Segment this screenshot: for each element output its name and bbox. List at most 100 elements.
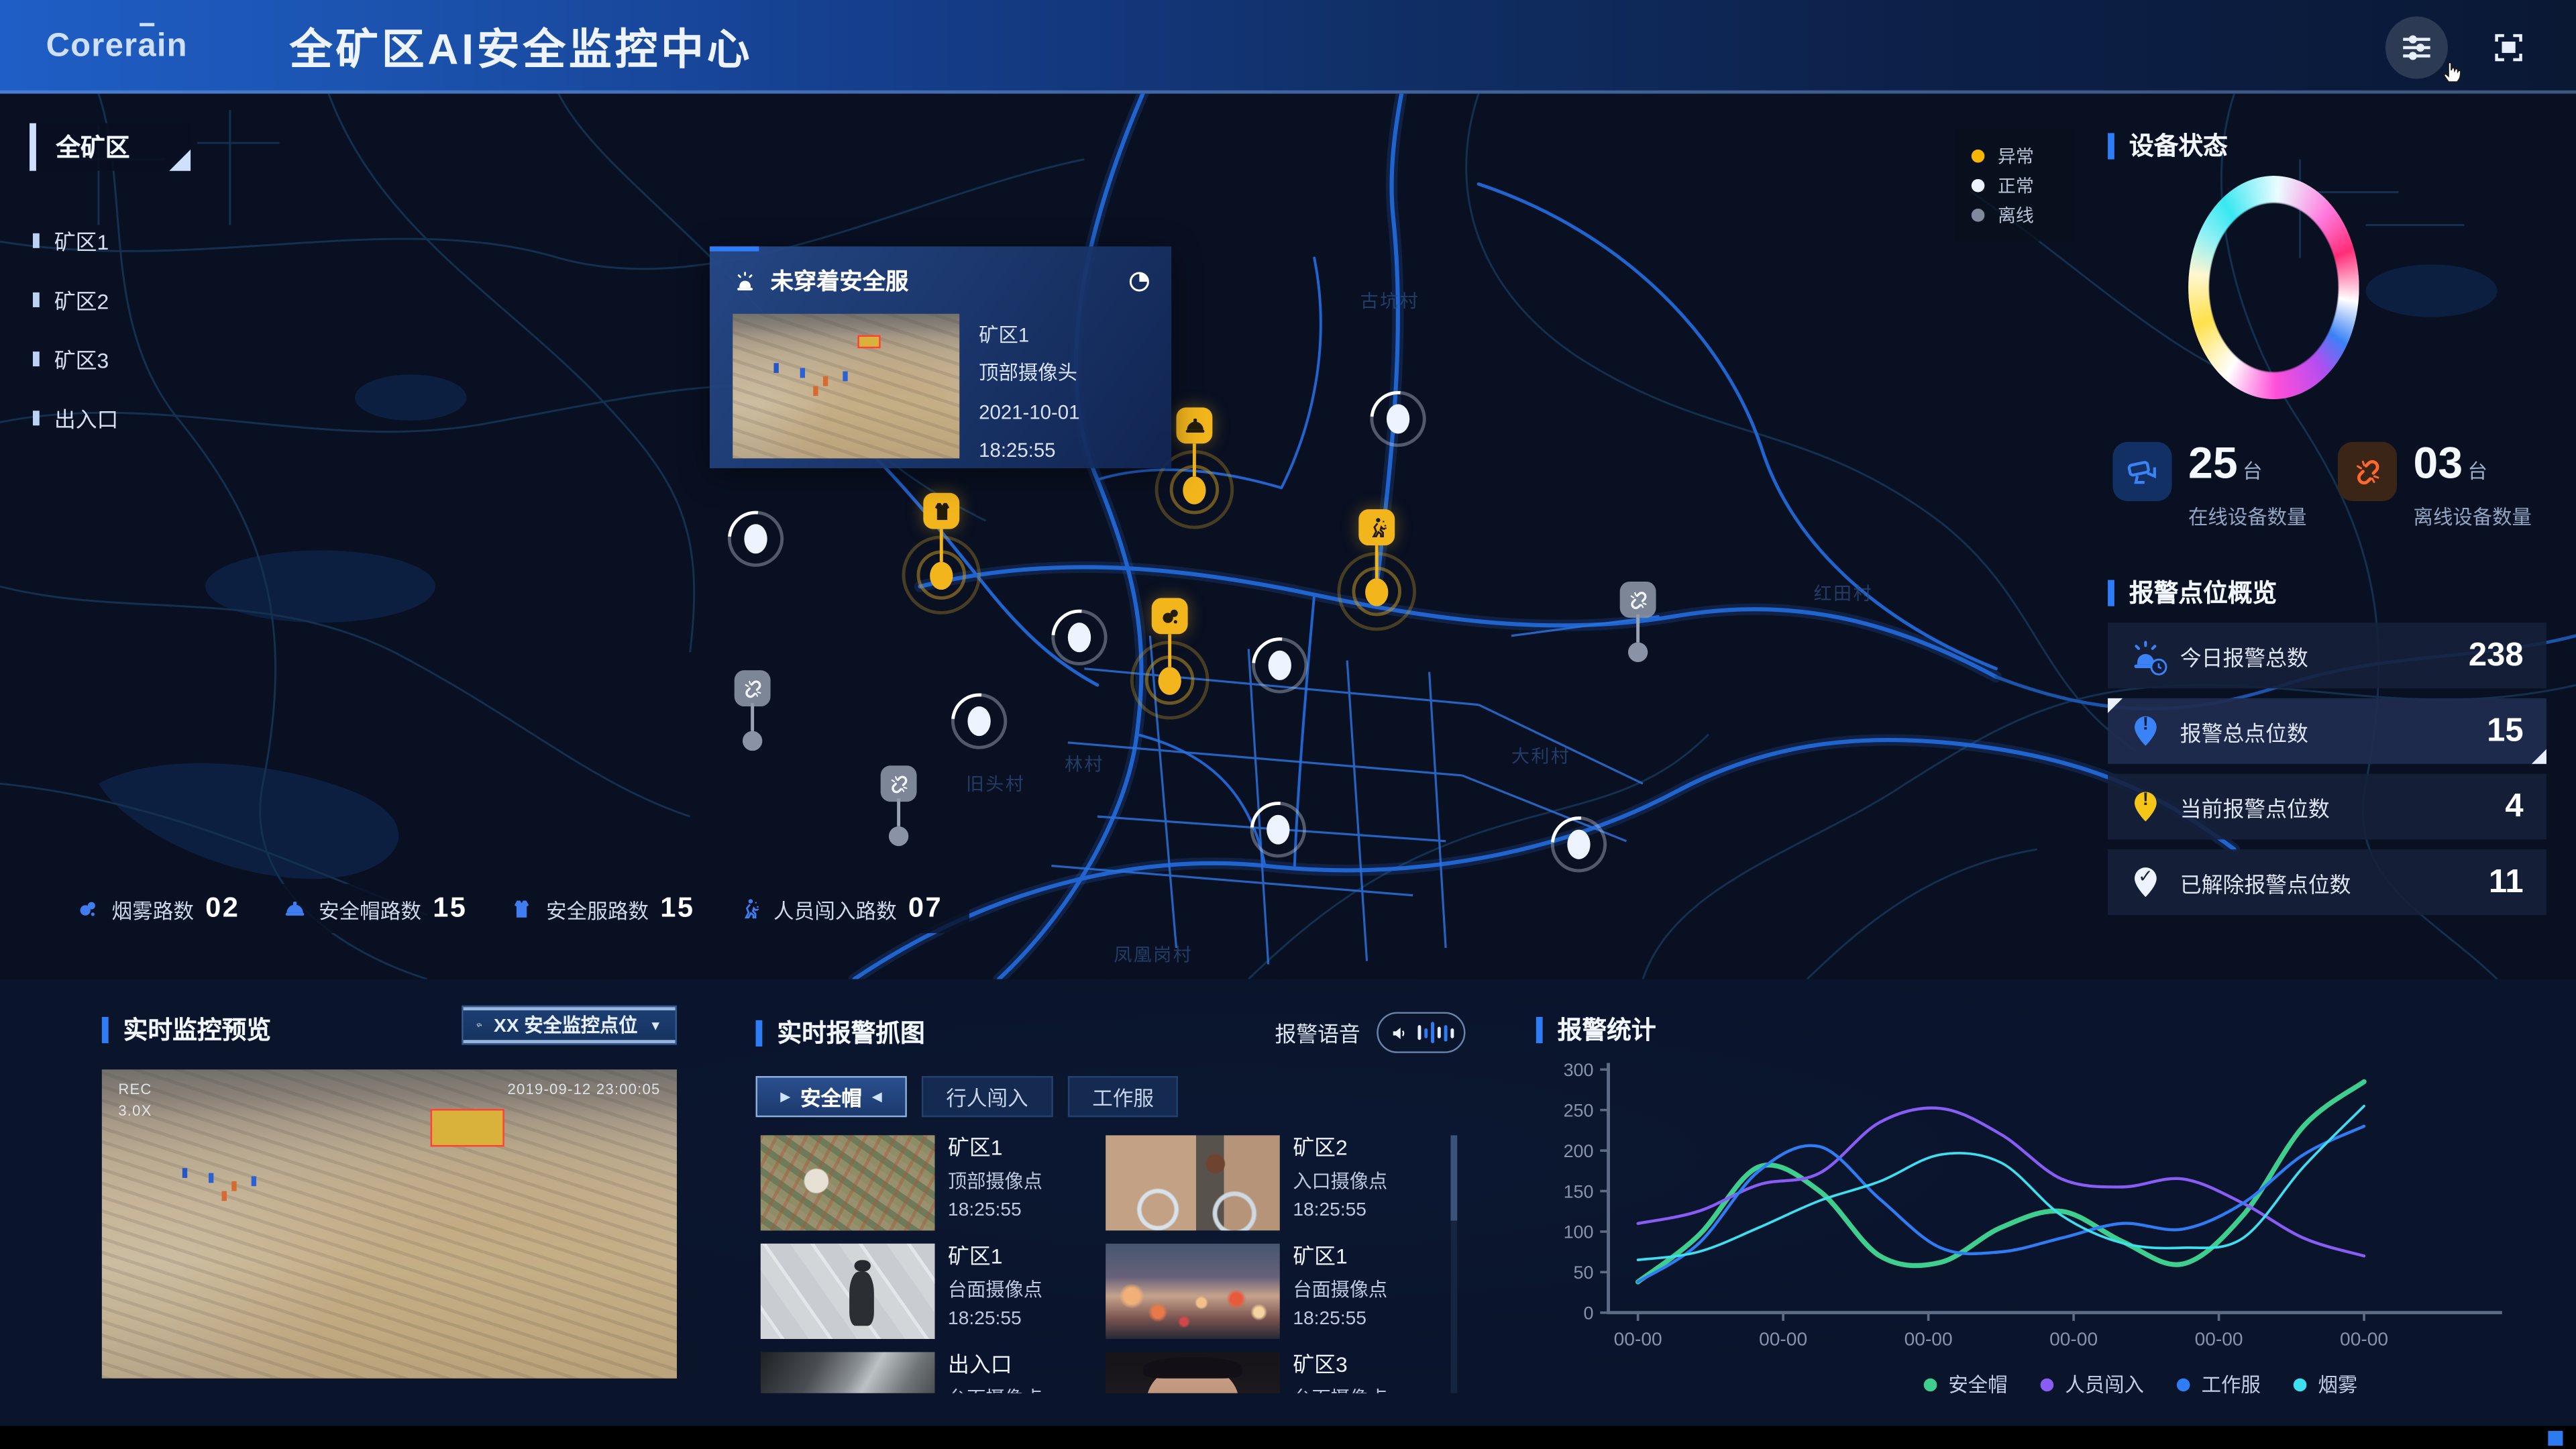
cctv-camera-icon	[476, 1014, 482, 1036]
dashboard: 旧头村 林村 古坑村 红田村 大利村 凤凰岗村 全矿区 矿区1 矿区2 矿区3 …	[0, 0, 2576, 1449]
pin-check-icon: ✓	[2127, 864, 2163, 900]
map-marker-normal[interactable]	[1068, 623, 1091, 652]
map-channel-stats-bar: 烟雾路数 02 安全帽路数 15 安全服路数 15 人员闯入路数 07	[49, 884, 969, 933]
stat-value: 07	[908, 892, 943, 925]
legend-label: 安全帽	[1948, 1370, 2007, 1398]
alarm-trend-chart: 05010015020025030000-0000-0000-0000-0000…	[1536, 1053, 2522, 1365]
tab-pedestrian-intrusion[interactable]: 行人闯入	[921, 1076, 1053, 1117]
marker-stick	[751, 703, 754, 731]
sidebar-item-mine3[interactable]: 矿区3	[33, 343, 109, 375]
svg-text:00-00: 00-00	[1904, 1329, 1953, 1350]
speaker-icon	[1389, 1022, 1409, 1042]
rec-label: REC	[118, 1081, 152, 1097]
page-title: 全矿区AI安全监控中心	[290, 16, 753, 77]
alarm-popup-title: 未穿着安全服	[771, 264, 1114, 297]
alarm-voice-label: 报警语音	[1275, 1017, 1360, 1049]
offline-count-value: 03	[2414, 439, 2463, 488]
map-marker-normal[interactable]	[1269, 651, 1291, 680]
marker-dot	[889, 826, 908, 846]
area-selected-label: 全矿区	[56, 129, 129, 164]
tab-helmet[interactable]: ▶安全帽◀	[756, 1076, 907, 1117]
alarm-popup-card[interactable]: 未穿着安全服 矿区1 顶部摄像头 2021-10-01 18:25:55	[710, 246, 1171, 468]
legend-dot-icon	[2177, 1377, 2190, 1391]
capture-item[interactable]: 矿区3台面摄像点	[1106, 1352, 1450, 1393]
stat-value: 02	[205, 892, 239, 925]
map-marker-normal[interactable]	[967, 706, 990, 736]
workers-dots	[182, 1169, 187, 1179]
map-marker-normal[interactable]	[744, 524, 767, 553]
link-broken-icon	[1620, 582, 1656, 618]
capture-item[interactable]: 矿区1顶部摄像点18:25:55	[761, 1135, 1106, 1230]
legend-dot-icon	[1924, 1377, 1937, 1391]
legend-label: 离线	[1998, 202, 2034, 228]
capture-item[interactable]: 出入口台面摄像点	[761, 1352, 1106, 1393]
capture-item[interactable]: 矿区2入口摄像点18:25:55	[1106, 1135, 1450, 1230]
sidebar-item-mine1[interactable]: 矿区1	[33, 225, 109, 257]
online-count-value: 25	[2188, 439, 2238, 488]
stat-helmet-channels: 安全帽路数 15	[282, 892, 467, 925]
svg-text:200: 200	[1564, 1141, 1594, 1161]
scrollbar-thumb[interactable]	[1450, 1135, 1457, 1220]
corerain-logo: Corerain	[46, 28, 188, 66]
link-broken-icon	[735, 670, 771, 706]
row-value: 4	[2505, 788, 2523, 825]
mouse-cursor-hand	[2438, 56, 2466, 87]
row-resolved-alarm-points[interactable]: ✓ 已解除报警点位数 11	[2108, 849, 2546, 915]
svg-text:0: 0	[1584, 1303, 1594, 1324]
map-marker-normal[interactable]	[1387, 404, 1409, 433]
map-marker-normal[interactable]	[1567, 830, 1590, 859]
alarm-voice-toggle[interactable]	[1377, 1012, 1465, 1053]
row-total-alarm-points[interactable]: ! 报警总点位数 15	[2108, 698, 2546, 764]
bottom-section: 实时监控预览 XX 安全监控点位 ▼ REC 3.0X 2019-09-12 2…	[0, 979, 2576, 1426]
legend-dot-icon	[2041, 1377, 2054, 1391]
marker-stick	[1168, 634, 1171, 667]
capture-thumbnail	[761, 1244, 935, 1339]
marker-dot	[1628, 643, 1648, 662]
sidebar-item-entrance[interactable]: 出入口	[33, 402, 118, 434]
map-marker-normal[interactable]	[1267, 815, 1289, 845]
legend-label: 工作服	[2202, 1370, 2261, 1398]
map-place-label: 古坑村	[1360, 288, 1419, 314]
zoom-label: 3.0X	[118, 1102, 152, 1118]
alarm-snapshot-image[interactable]	[733, 314, 959, 459]
monitor-preview-panel: 实时监控预览 XX 安全监控点位 ▼ REC 3.0X 2019-09-12 2…	[102, 1012, 677, 1379]
device-status-ring-chart	[2188, 176, 2359, 399]
legend-label: 烟雾	[2318, 1370, 2358, 1398]
area-dropdown-selected[interactable]: 全矿区	[30, 123, 191, 171]
online-device-count: 25台 在线设备数量	[2112, 442, 2338, 531]
tab-arrow-icon: ◀	[872, 1089, 882, 1104]
alarm-popup-details: 矿区1 顶部摄像头 2021-10-01 18:25:55	[979, 314, 1152, 471]
row-today-alarm-total[interactable]: 今日报警总数 238	[2108, 623, 2546, 688]
fullscreen-button[interactable]	[2477, 15, 2540, 78]
monitor-point-dropdown[interactable]: XX 安全监控点位 ▼	[462, 1006, 677, 1045]
svg-text:00-00: 00-00	[1759, 1329, 1807, 1350]
stat-label: 烟雾路数	[112, 893, 194, 924]
capture-item[interactable]: 矿区1台面摄像点18:25:55	[1106, 1244, 1450, 1339]
chart-panel-title: 报警统计	[1558, 1012, 1656, 1046]
bottom-black-strip	[0, 1426, 2576, 1449]
marker-stick	[940, 529, 943, 562]
tab-workwear[interactable]: 工作服	[1067, 1076, 1178, 1117]
stat-smoke-channels: 烟雾路数 02	[76, 892, 240, 925]
detection-box	[857, 335, 880, 348]
capture-grid: 矿区1顶部摄像点18:25:55 矿区2入口摄像点18:25:55 矿区1台面摄…	[756, 1135, 1466, 1393]
capture-item[interactable]: 矿区1台面摄像点18:25:55	[761, 1244, 1106, 1339]
vest-icon	[510, 896, 535, 921]
clock-quarter-icon[interactable]	[1127, 268, 1152, 293]
row-current-alarm-points[interactable]: ! 当前报警点位数 4	[2108, 773, 2546, 839]
capture-scrollbar[interactable]	[1450, 1135, 1457, 1393]
scroll-corner-handle[interactable]	[2548, 1431, 2563, 1446]
stat-label: 安全帽路数	[319, 893, 421, 924]
alarm-time: 2021-10-01 18:25:55	[979, 394, 1152, 471]
offline-device-count: 03台 离线设备数量	[2338, 442, 2563, 531]
chevron-down-icon: ▼	[649, 1018, 662, 1032]
monitor-panel-title: 实时监控预览	[123, 1012, 271, 1046]
svg-text:300: 300	[1564, 1060, 1594, 1080]
alarm-overview-title: 报警点位概览	[2108, 575, 2277, 609]
sidebar-item-label: 矿区3	[54, 343, 109, 375]
abnormal-dot-icon	[1972, 150, 1985, 163]
siren-clock-icon	[2127, 637, 2163, 674]
sidebar-item-mine2[interactable]: 矿区2	[33, 284, 109, 316]
helmet-icon	[1176, 407, 1212, 443]
live-video-player[interactable]: REC 3.0X 2019-09-12 23:00:05	[102, 1069, 677, 1378]
